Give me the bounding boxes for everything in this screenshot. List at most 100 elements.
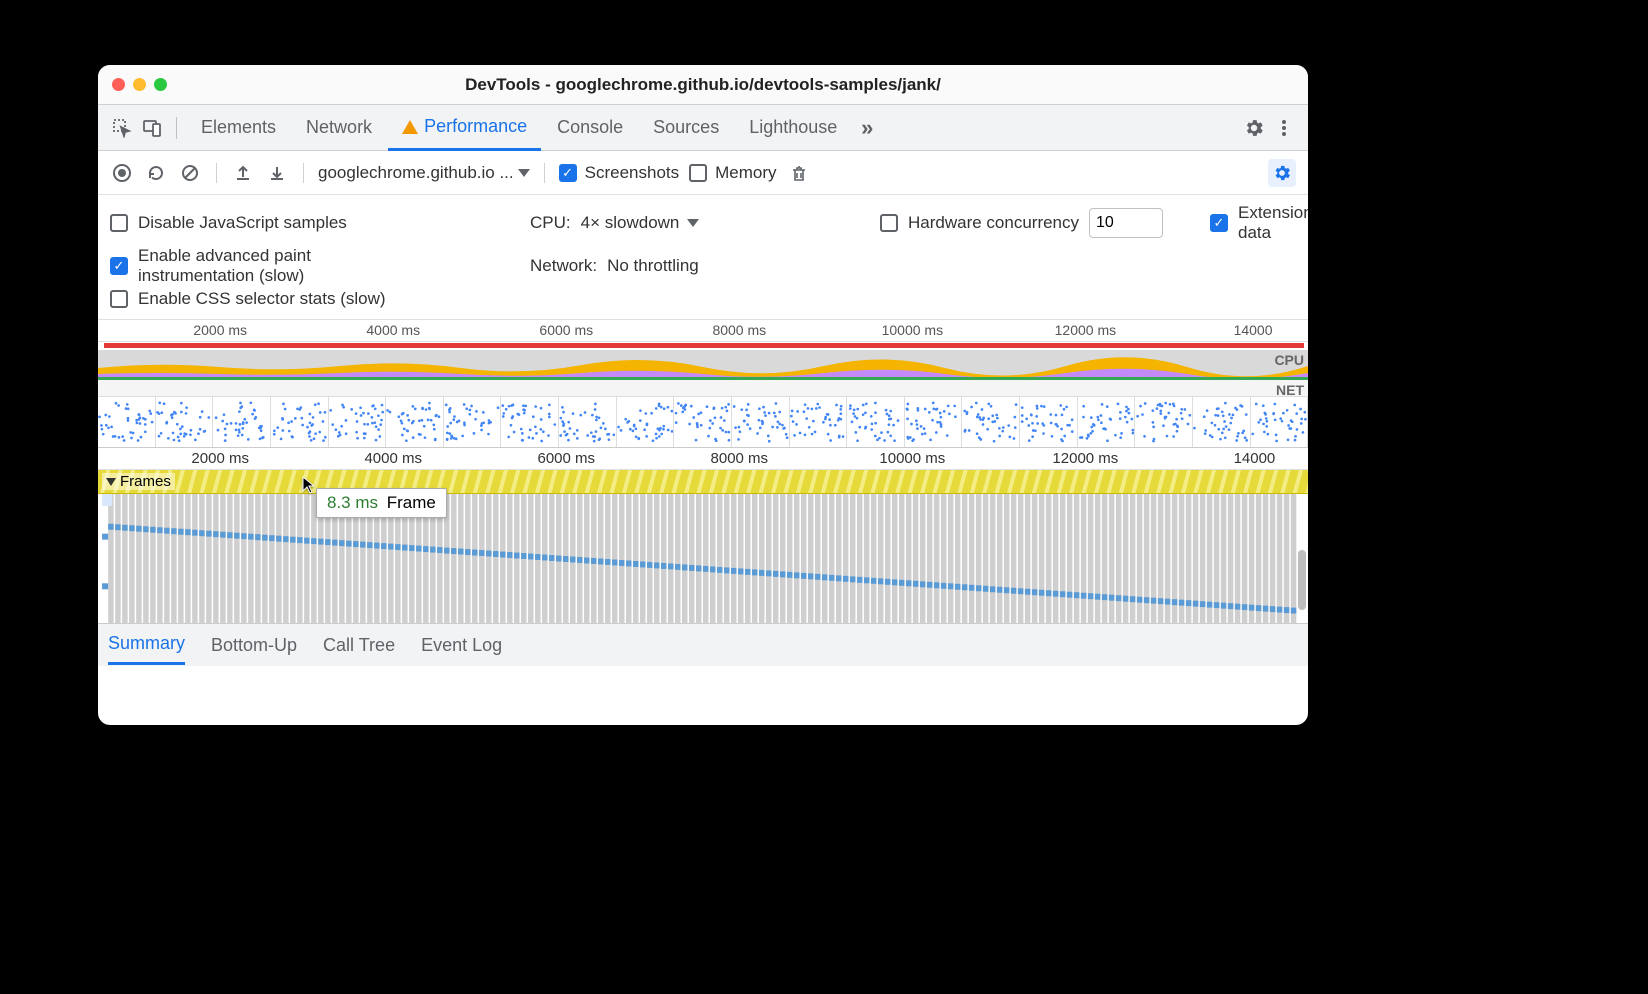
overview-pane[interactable]: 2000 ms 4000 ms 6000 ms 8000 ms 10000 ms… bbox=[98, 320, 1308, 448]
inspect-element-icon[interactable] bbox=[108, 114, 136, 142]
cpu-value: 4× slowdown bbox=[581, 213, 680, 233]
frames-label: Frames bbox=[120, 473, 171, 490]
traffic-lights bbox=[112, 78, 167, 91]
frame-tooltip: 8.3 ms Frame bbox=[316, 488, 447, 518]
minimize-window-button[interactable] bbox=[133, 78, 146, 91]
reload-record-button[interactable] bbox=[144, 161, 168, 185]
tick: 8000 ms bbox=[712, 322, 766, 338]
page-selector[interactable]: googlechrome.github.io ... bbox=[318, 163, 530, 183]
ext-data-label: Extension data bbox=[1238, 203, 1308, 242]
tick: 2000 ms bbox=[193, 322, 247, 338]
overview-ruler[interactable]: 2000 ms 4000 ms 6000 ms 8000 ms 10000 ms… bbox=[98, 320, 1308, 342]
vertical-scrollbar-thumb[interactable] bbox=[1298, 550, 1306, 610]
filmstrip-thumbnail[interactable] bbox=[732, 397, 790, 447]
tick: 6000 ms bbox=[537, 450, 595, 467]
kebab-menu-icon[interactable] bbox=[1270, 114, 1298, 142]
tab-call-tree[interactable]: Call Tree bbox=[323, 627, 395, 664]
filmstrip-thumbnail[interactable] bbox=[1193, 397, 1251, 447]
checkbox-icon bbox=[880, 214, 898, 232]
tab-event-log[interactable]: Event Log bbox=[421, 627, 502, 664]
filmstrip-thumbnail[interactable] bbox=[962, 397, 1020, 447]
filmstrip-thumbnail[interactable] bbox=[1251, 397, 1309, 447]
filmstrip-thumbnail[interactable] bbox=[271, 397, 329, 447]
performance-toolbar: googlechrome.github.io ... ✓ Screenshots… bbox=[98, 151, 1308, 195]
screenshots-checkbox[interactable]: ✓ Screenshots bbox=[559, 163, 680, 183]
capture-settings-button[interactable] bbox=[1268, 159, 1296, 187]
checkbox-icon bbox=[110, 290, 128, 308]
more-tabs-icon[interactable]: » bbox=[853, 114, 881, 142]
tick: 8000 ms bbox=[711, 450, 769, 467]
extension-data-checkbox[interactable]: ✓ Extension data bbox=[1210, 203, 1308, 242]
collect-garbage-icon[interactable] bbox=[787, 161, 811, 185]
cpu-throttle-row: CPU: 4× slowdown bbox=[530, 213, 860, 233]
filmstrip-thumbnail[interactable] bbox=[790, 397, 848, 447]
titlebar: DevTools - googlechrome.github.io/devtoo… bbox=[98, 65, 1308, 105]
mouse-cursor-icon bbox=[302, 476, 316, 494]
cpu-throttle-select[interactable]: 4× slowdown bbox=[581, 213, 700, 233]
frames-track-header[interactable]: Frames 8.3 ms Frame bbox=[98, 470, 1308, 494]
tab-summary[interactable]: Summary bbox=[108, 625, 185, 665]
filmstrip-thumbnail[interactable] bbox=[1078, 397, 1136, 447]
tab-sources[interactable]: Sources bbox=[639, 105, 733, 151]
filmstrip-thumbnail[interactable] bbox=[156, 397, 214, 447]
maximize-window-button[interactable] bbox=[154, 78, 167, 91]
tab-bottom-up[interactable]: Bottom-Up bbox=[211, 627, 297, 664]
label-text: Enable CSS selector stats (slow) bbox=[138, 289, 386, 309]
memory-checkbox[interactable]: Memory bbox=[689, 163, 776, 183]
filmstrip-thumbnail[interactable] bbox=[674, 397, 732, 447]
flame-ruler[interactable]: 2000 ms 4000 ms 6000 ms 8000 ms 10000 ms… bbox=[98, 448, 1308, 470]
cpu-label: CPU: bbox=[530, 213, 571, 233]
tick: 12000 ms bbox=[1055, 322, 1116, 338]
frames-bars[interactable] bbox=[98, 494, 1308, 624]
close-window-button[interactable] bbox=[112, 78, 125, 91]
tick: 10000 ms bbox=[882, 322, 943, 338]
tab-lighthouse[interactable]: Lighthouse bbox=[735, 105, 851, 151]
page-selector-label: googlechrome.github.io ... bbox=[318, 163, 514, 183]
tab-label: Network bbox=[306, 117, 372, 138]
filmstrip-thumbnail[interactable] bbox=[1020, 397, 1078, 447]
filmstrip-thumbnail[interactable] bbox=[98, 397, 156, 447]
download-profile-icon[interactable] bbox=[265, 161, 289, 185]
device-toolbar-icon[interactable] bbox=[138, 114, 166, 142]
upload-profile-icon[interactable] bbox=[231, 161, 255, 185]
hardware-concurrency-row[interactable]: Hardware concurrency bbox=[880, 208, 1190, 238]
warning-icon bbox=[402, 120, 418, 134]
tab-label: Elements bbox=[201, 117, 276, 138]
network-throttle-select[interactable]: No throttling bbox=[607, 256, 699, 276]
tab-performance[interactable]: Performance bbox=[388, 105, 541, 151]
disable-js-samples-checkbox[interactable]: Disable JavaScript samples bbox=[110, 213, 510, 233]
tick: 12000 ms bbox=[1052, 450, 1118, 467]
tab-elements[interactable]: Elements bbox=[187, 105, 290, 151]
checkbox-icon bbox=[110, 214, 128, 232]
record-button[interactable] bbox=[110, 161, 134, 185]
filmstrip-thumbnail[interactable] bbox=[559, 397, 617, 447]
filmstrip-thumbnail[interactable] bbox=[617, 397, 675, 447]
enable-paint-instrumentation-checkbox[interactable]: ✓ Enable advanced paint instrumentation … bbox=[110, 246, 510, 285]
filmstrip-thumbnail[interactable] bbox=[329, 397, 387, 447]
clear-button[interactable] bbox=[178, 161, 202, 185]
enable-css-stats-checkbox[interactable]: Enable CSS selector stats (slow) bbox=[110, 289, 510, 309]
tab-network[interactable]: Network bbox=[292, 105, 386, 151]
filmstrip-thumbnail[interactable] bbox=[847, 397, 905, 447]
tooltip-type: Frame bbox=[387, 493, 436, 512]
filmstrip-thumbnail[interactable] bbox=[905, 397, 963, 447]
filmstrip-thumbnail[interactable] bbox=[1135, 397, 1193, 447]
filmstrip[interactable] bbox=[98, 396, 1308, 448]
tab-console[interactable]: Console bbox=[543, 105, 637, 151]
tick: 6000 ms bbox=[539, 322, 593, 338]
filmstrip-thumbnail[interactable] bbox=[386, 397, 444, 447]
cpu-lane-label: CPU bbox=[1274, 352, 1304, 368]
hw-conc-input[interactable] bbox=[1089, 208, 1163, 238]
tick: 10000 ms bbox=[879, 450, 945, 467]
filmstrip-thumbnail[interactable] bbox=[213, 397, 271, 447]
net-lane-label: NET bbox=[1276, 382, 1304, 398]
label-text: Enable advanced paint instrumentation (s… bbox=[138, 246, 311, 285]
label-text: Disable JavaScript samples bbox=[138, 213, 347, 233]
network-throttle-row: Network: No throttling bbox=[530, 256, 860, 276]
tab-label: Sources bbox=[653, 117, 719, 138]
tick: 4000 ms bbox=[366, 322, 420, 338]
settings-icon[interactable] bbox=[1240, 114, 1268, 142]
filmstrip-thumbnail[interactable] bbox=[501, 397, 559, 447]
filmstrip-thumbnail[interactable] bbox=[444, 397, 502, 447]
frames-disclosure[interactable]: Frames bbox=[102, 473, 175, 490]
